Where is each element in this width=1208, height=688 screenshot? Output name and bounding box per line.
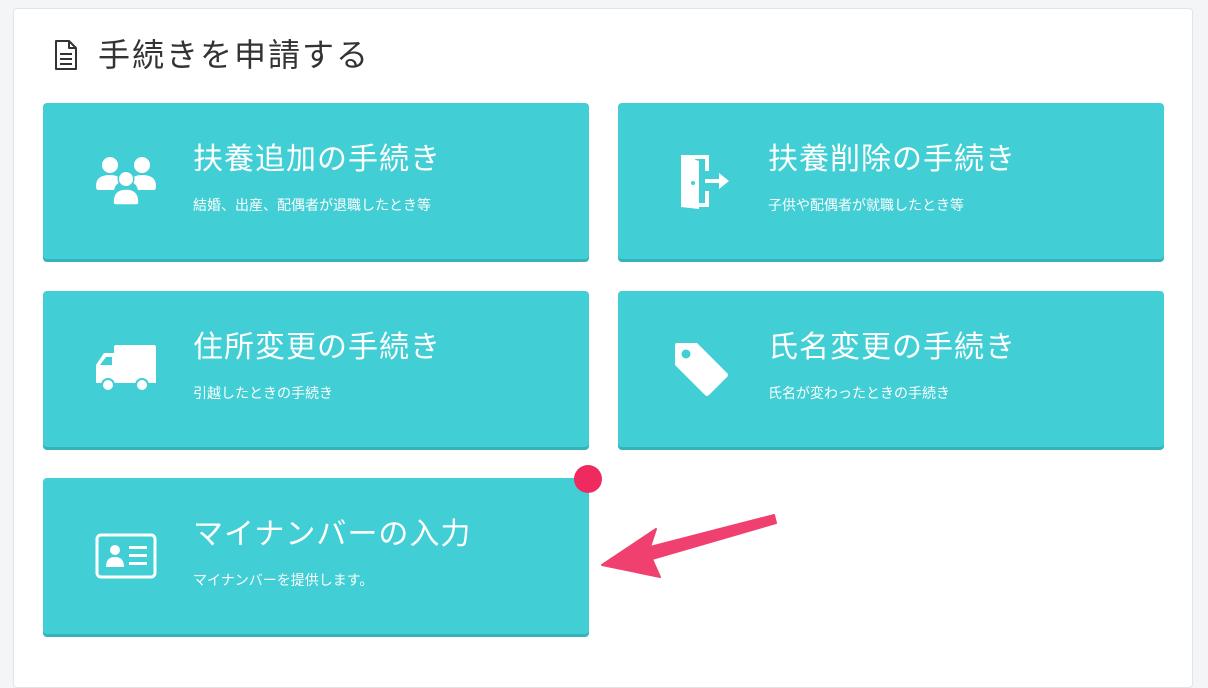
- card-subtitle: 氏名が変わったときの手続き: [768, 386, 950, 402]
- card-address-change[interactable]: 住所変更の手続き 引越したときの手続き: [43, 291, 589, 447]
- card-subtitle: 引越したときの手続き: [193, 386, 333, 402]
- page-title: 手続きを申請する: [98, 36, 371, 74]
- card-add-dependent[interactable]: 扶養追加の手続き 結婚、出産、配偶者が退職したとき等: [43, 103, 589, 259]
- card-subtitle: マイナンバーを提供します。: [193, 573, 374, 589]
- card-subtitle: 子供や配偶者が就職したとき等: [768, 198, 964, 214]
- card-remove-dependent[interactable]: 扶養削除の手続き 子供や配偶者が就職したとき等: [618, 103, 1164, 259]
- card-title: 住所変更の手続き: [193, 330, 441, 365]
- door-exit-icon: [668, 151, 734, 211]
- users-icon: [93, 151, 159, 211]
- panel-header: 手続きを申請する: [54, 39, 370, 71]
- tag-icon: [668, 339, 734, 399]
- card-title: 扶養削除の手続き: [768, 142, 1016, 177]
- card-title: 扶養追加の手続き: [193, 142, 441, 177]
- card-title: マイナンバーの入力: [193, 517, 472, 552]
- card-name-change[interactable]: 氏名変更の手続き 氏名が変わったときの手続き: [618, 291, 1164, 447]
- notification-dot: [574, 465, 602, 493]
- truck-icon: [93, 339, 159, 399]
- card-subtitle: 結婚、出産、配偶者が退職したとき等: [193, 198, 431, 214]
- id-card-icon: [93, 526, 159, 586]
- annotation-arrow-icon: [601, 514, 777, 578]
- document-icon: [54, 40, 78, 70]
- card-title: 氏名変更の手続き: [768, 330, 1016, 365]
- card-my-number[interactable]: マイナンバーの入力 マイナンバーを提供します。: [43, 478, 589, 634]
